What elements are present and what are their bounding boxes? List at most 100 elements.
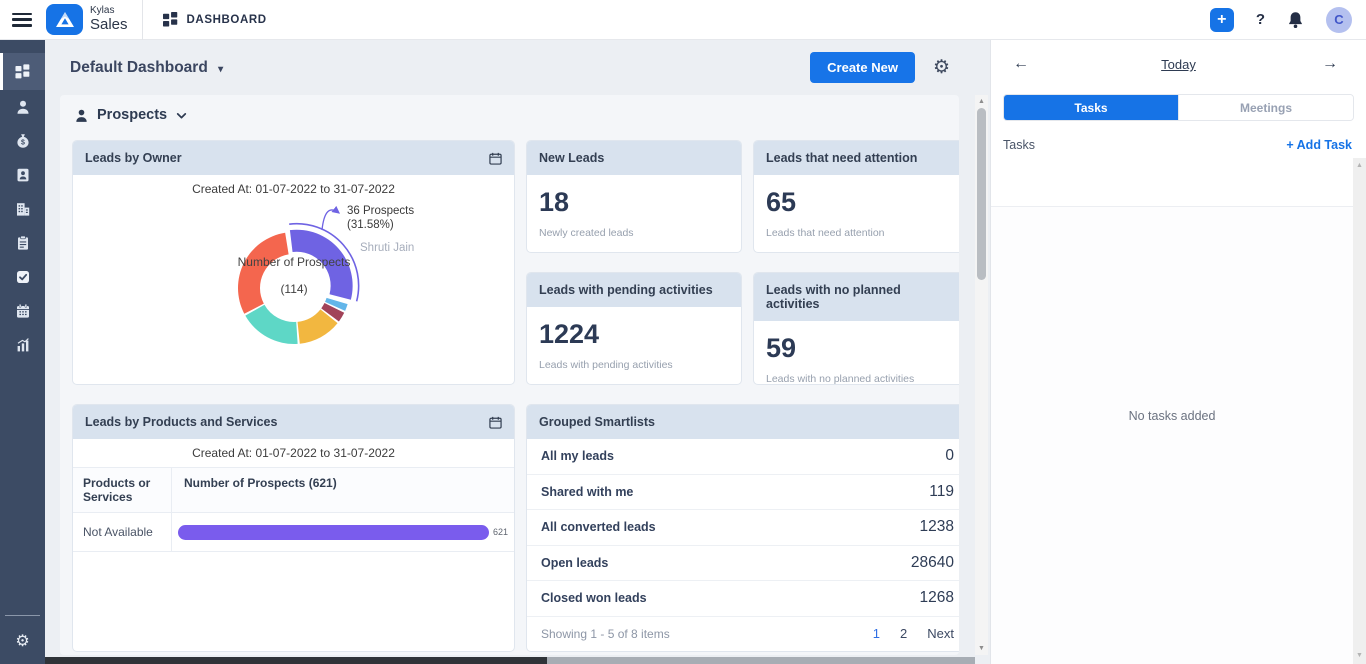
contacts-icon	[15, 99, 31, 115]
tasks-list-label: Tasks	[1003, 138, 1035, 152]
dashboard-title-dropdown[interactable]: Default Dashboard ▾	[70, 59, 223, 77]
card-leads-by-owner: Leads by Owner Created At: 01-07-2022 to…	[72, 140, 515, 385]
pagination-page-1[interactable]: 1	[873, 626, 880, 641]
donut-chart[interactable]: Number of Prospects (114) 36 Prospects (…	[73, 198, 514, 384]
add-task-button[interactable]: + Add Task	[1286, 138, 1352, 152]
main-vertical-scrollbar[interactable]: ▲ ▼	[975, 95, 988, 655]
notifications-bell-icon[interactable]	[1287, 11, 1304, 29]
bar-value-label: 621	[493, 527, 508, 537]
companies-icon	[15, 201, 31, 217]
sidebar-item-companies[interactable]	[0, 192, 45, 226]
card-title: Leads with pending activities	[539, 283, 713, 297]
dashboard-icon	[15, 64, 30, 79]
tasks-panel-scrollbar[interactable]: ▲ ▼	[1353, 158, 1366, 664]
stat-value: 59	[766, 333, 956, 364]
chevron-down-icon: ▾	[218, 64, 223, 75]
bar-not-available[interactable]	[178, 525, 489, 540]
divider	[142, 0, 143, 40]
nav-dashboard-label: DASHBOARD	[187, 14, 267, 26]
create-new-button[interactable]: Create New	[810, 52, 915, 83]
stat-subtitle: Leads with no planned activities	[766, 373, 956, 385]
tasks-list-area: No tasks added	[991, 206, 1353, 664]
quotations-icon	[15, 235, 31, 251]
date-filter-calendar-icon[interactable]	[489, 416, 502, 429]
smartlist-row-all-converted-leads[interactable]: All converted leads 1238	[527, 510, 959, 546]
donut-callout-owner: Shruti Jain	[360, 242, 414, 254]
column-header-products: Products or Services	[73, 468, 172, 512]
leads-icon	[15, 167, 31, 183]
card-title: Leads with no planned activities	[766, 283, 956, 311]
prospects-section-dropdown[interactable]: Prospects	[97, 107, 167, 123]
card-leads-need-attention: Leads that need attention 65 Leads that …	[753, 140, 959, 253]
sidebar-item-settings[interactable]: ⚙	[0, 624, 45, 658]
bar-chart-row: Not Available 621	[73, 513, 514, 552]
card-leads-no-planned-activities: Leads with no planned activities 59 Lead…	[753, 272, 959, 385]
donut-center-label: Number of Prospects (114)	[234, 255, 354, 297]
sidebar-item-contacts[interactable]	[0, 90, 45, 124]
pagination-next[interactable]: Next	[927, 626, 954, 641]
sidebar-item-dashboard[interactable]	[0, 53, 45, 90]
sidebar-item-quotations[interactable]	[0, 226, 45, 260]
settings-icon: ⚙	[15, 631, 29, 651]
sidebar-item-tasks[interactable]	[0, 260, 45, 294]
today-link[interactable]: Today	[991, 57, 1366, 72]
smartlist-row-shared-with-me[interactable]: Shared with me 119	[527, 475, 959, 511]
pagination-status: Showing 1 - 5 of 8 items	[541, 627, 853, 641]
tab-meetings[interactable]: Meetings	[1178, 95, 1353, 120]
card-title: Leads by Owner	[85, 151, 182, 165]
dashboard-settings-gear-icon[interactable]: ⚙	[933, 56, 950, 79]
stat-subtitle: Leads with pending activities	[539, 359, 729, 371]
user-avatar[interactable]: C	[1326, 7, 1352, 33]
card-title: Leads by Products and Services	[85, 415, 277, 429]
sidebar-item-deals[interactable]: $	[0, 124, 45, 158]
plus-icon: +	[1217, 12, 1226, 28]
empty-state-text: No tasks added	[991, 409, 1353, 423]
scroll-up-icon[interactable]: ▲	[1353, 158, 1366, 172]
scroll-up-icon[interactable]: ▲	[975, 95, 988, 108]
stat-value: 18	[539, 187, 729, 218]
help-icon[interactable]: ?	[1256, 11, 1265, 28]
kylas-logo-icon	[46, 4, 83, 35]
svg-text:$: $	[21, 140, 25, 147]
column-header-count: Number of Prospects (621)	[172, 468, 514, 512]
smartlist-row-all-my-leads[interactable]: All my leads 0	[527, 439, 959, 475]
tab-tasks[interactable]: Tasks	[1004, 95, 1178, 120]
donut-callout-label: 36 Prospects (31.58%)	[347, 204, 414, 232]
stat-value: 1224	[539, 319, 729, 350]
card-grouped-smartlists: Grouped Smartlists All my leads 0 Shared…	[526, 404, 959, 652]
card-leads-by-products: Leads by Products and Services Created A…	[72, 404, 515, 652]
sidebar-item-reports[interactable]	[0, 328, 45, 362]
sidebar-divider	[5, 615, 40, 616]
smartlist-row-closed-won-leads[interactable]: Closed won leads 1268	[527, 581, 959, 617]
quick-create-button[interactable]: +	[1210, 8, 1234, 32]
smartlist-row-open-leads[interactable]: Open leads 28640	[527, 546, 959, 582]
main-horizontal-scrollbar[interactable]	[45, 657, 975, 664]
pagination-page-2[interactable]: 2	[900, 626, 907, 641]
dashboard-panel: Prospects Leads by Owner	[60, 95, 959, 655]
chevron-down-icon[interactable]	[175, 109, 188, 122]
card-leads-pending-activities: Leads with pending activities 1224 Leads…	[526, 272, 742, 385]
main-content: Default Dashboard ▾ Create New ⚙ Prospec…	[45, 40, 990, 664]
dashboard-grid-icon	[163, 12, 178, 27]
date-filter-calendar-icon[interactable]	[489, 152, 502, 165]
next-day-arrow-icon[interactable]: →	[1322, 55, 1338, 73]
sidebar-item-meetings[interactable]	[0, 294, 45, 328]
left-sidebar: $	[0, 40, 45, 664]
scroll-down-icon[interactable]: ▼	[1353, 648, 1366, 662]
scroll-down-icon[interactable]: ▼	[975, 642, 988, 655]
stat-value: 65	[766, 187, 956, 218]
tasks-icon	[15, 269, 31, 285]
bar-category-label: Not Available	[73, 513, 172, 551]
prospects-person-icon	[74, 108, 89, 123]
reports-icon	[15, 337, 31, 353]
card-title: Grouped Smartlists	[539, 415, 655, 429]
card-title: New Leads	[539, 151, 604, 165]
scrollbar-thumb[interactable]	[45, 657, 547, 664]
hamburger-menu-icon[interactable]	[12, 13, 32, 27]
topbar: Kylas Sales DASHBOARD + ?	[0, 0, 1366, 40]
brand-product: Sales	[90, 17, 128, 33]
sidebar-item-leads[interactable]	[0, 158, 45, 192]
scrollbar-thumb[interactable]	[977, 108, 986, 280]
nav-dashboard[interactable]: DASHBOARD	[163, 12, 267, 27]
card-title: Leads that need attention	[766, 151, 917, 165]
